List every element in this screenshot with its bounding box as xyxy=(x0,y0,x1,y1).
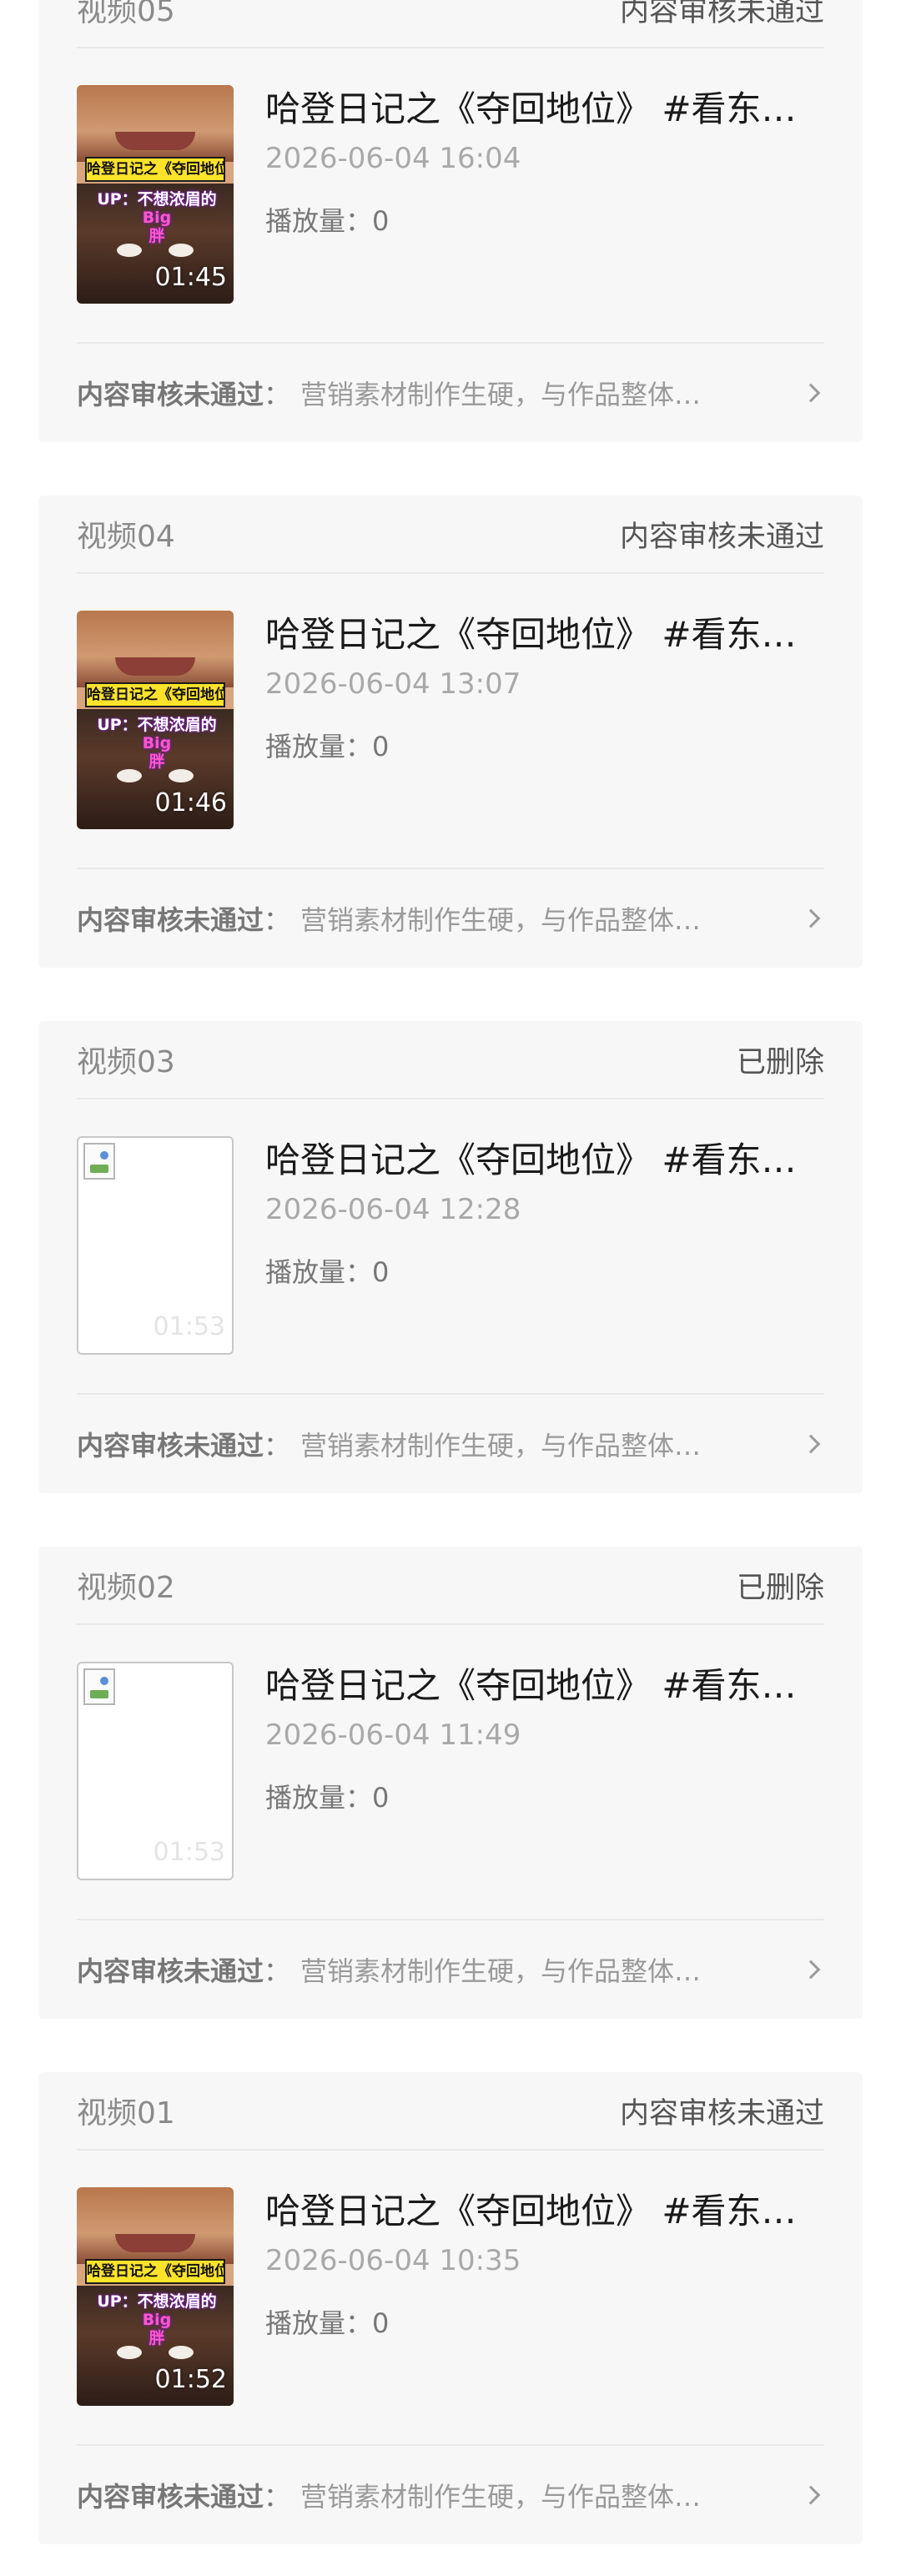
review-reason-label: 内容审核未通过 xyxy=(77,1430,264,1462)
review-reason-row[interactable]: 内容审核未通过 ： 营销素材制作生硬，与作品整体… xyxy=(77,342,824,442)
thumbnail-image xyxy=(77,85,234,162)
review-reason-row[interactable]: 内容审核未通过 ： 营销素材制作生硬，与作品整体… xyxy=(77,1393,824,1493)
chevron-right-icon[interactable] xyxy=(801,383,821,403)
card-header: 视频04 内容审核未通过 xyxy=(77,496,824,574)
review-reason-row[interactable]: 内容审核未通过 ： 营销素材制作生硬，与作品整体… xyxy=(77,2444,824,2544)
chevron-right-icon[interactable] xyxy=(801,1960,821,1980)
thumbnail-caption: UP：不想浓眉的Big 胖 xyxy=(97,716,217,771)
broken-image-icon xyxy=(83,1143,115,1180)
broken-image-icon xyxy=(83,1668,115,1705)
thumbnail-tag: 哈登日记之《夺回地位》 xyxy=(85,157,225,182)
status-label: 内容审核未通过 xyxy=(619,520,824,554)
play-count: 播放量：0 xyxy=(265,2307,390,2339)
status-label: 已删除 xyxy=(736,1045,824,1079)
video-duration: 01:53 xyxy=(153,1312,225,1341)
review-reason-separator: ： xyxy=(264,2481,291,2513)
video-info: 哈登日记之《夺回地位》 #看东… 2026-06-04 13:07 播放量：0 xyxy=(265,611,824,764)
video-info: 哈登日记之《夺回地位》 #看东… 2026-06-04 11:49 播放量：0 xyxy=(265,1662,824,1815)
status-label: 已删除 xyxy=(736,1571,824,1605)
play-count: 播放量：0 xyxy=(265,731,390,762)
video-card[interactable]: 视频03 已删除 01:53 哈登日记之《夺回地位》 #看东… 2026-06-… xyxy=(38,1021,863,1493)
publish-date: 2026-06-04 13:07 xyxy=(265,667,521,701)
review-reason-label: 内容审核未通过 xyxy=(77,2481,264,2513)
video-thumbnail[interactable]: 哈登日记之《夺回地位》 UP：不想浓眉的Big胖 01:46 xyxy=(77,611,234,829)
video-body[interactable]: 01:53 哈登日记之《夺回地位》 #看东… 2026-06-04 12:28 … xyxy=(77,1136,824,1355)
video-thumbnail[interactable]: 01:53 xyxy=(77,1136,234,1355)
play-count: 播放量：0 xyxy=(265,1256,390,1288)
video-name: 视频02 xyxy=(77,1571,175,1605)
video-title[interactable]: 哈登日记之《夺回地位》 #看东… xyxy=(265,612,824,657)
video-info: 哈登日记之《夺回地位》 #看东… 2026-06-04 16:04 播放量：0 xyxy=(265,85,824,239)
thumbnail-image xyxy=(77,611,234,687)
video-card[interactable]: 视频02 已删除 01:53 哈登日记之《夺回地位》 #看东… 2026-06-… xyxy=(38,1547,863,2019)
video-body[interactable]: 哈登日记之《夺回地位》 UP：不想浓眉的Big胖 01:45 哈登日记之《夺回地… xyxy=(77,85,824,304)
publish-date: 2026-06-04 10:35 xyxy=(265,2244,521,2277)
chevron-right-icon[interactable] xyxy=(801,908,821,928)
status-label: 内容审核未通过 xyxy=(619,2096,824,2131)
card-header: 视频03 已删除 xyxy=(77,1021,824,1099)
thumbnail-caption: UP：不想浓眉的Big 胖 xyxy=(97,190,217,245)
video-body[interactable]: 哈登日记之《夺回地位》 UP：不想浓眉的Big胖 01:46 哈登日记之《夺回地… xyxy=(77,611,824,829)
review-reason-separator: ： xyxy=(264,904,291,936)
review-reason-text: 营销素材制作生硬，与作品整体… xyxy=(300,1430,702,1462)
video-name: 视频05 xyxy=(77,0,175,28)
video-thumbnail[interactable]: 哈登日记之《夺回地位》 UP：不想浓眉的Big胖 01:52 xyxy=(77,2187,234,2406)
video-title[interactable]: 哈登日记之《夺回地位》 #看东… xyxy=(265,1663,824,1708)
card-header: 视频05 内容审核未通过 xyxy=(77,0,824,48)
review-reason-text: 营销素材制作生硬，与作品整体… xyxy=(300,904,702,936)
video-info: 哈登日记之《夺回地位》 #看东… 2026-06-04 10:35 播放量：0 xyxy=(265,2187,824,2341)
review-reason-text: 营销素材制作生硬，与作品整体… xyxy=(300,2481,702,2513)
video-name: 视频04 xyxy=(77,520,175,554)
thumbnail-caption: UP：不想浓眉的Big 胖 xyxy=(97,2292,217,2347)
publish-date: 2026-06-04 11:49 xyxy=(265,1718,521,1752)
review-reason-separator: ： xyxy=(264,1430,291,1462)
video-duration: 01:45 xyxy=(154,263,227,292)
video-title[interactable]: 哈登日记之《夺回地位》 #看东… xyxy=(265,1138,824,1183)
video-info: 哈登日记之《夺回地位》 #看东… 2026-06-04 12:28 播放量：0 xyxy=(265,1136,824,1290)
review-reason-label: 内容审核未通过 xyxy=(77,1955,264,1987)
card-header: 视频01 内容审核未通过 xyxy=(77,2072,824,2151)
publish-date: 2026-06-04 12:28 xyxy=(265,1193,521,1226)
review-reason-row[interactable]: 内容审核未通过 ： 营销素材制作生硬，与作品整体… xyxy=(77,868,824,968)
video-title[interactable]: 哈登日记之《夺回地位》 #看东… xyxy=(265,2189,824,2234)
video-duration: 01:53 xyxy=(153,1838,225,1867)
video-body[interactable]: 01:53 哈登日记之《夺回地位》 #看东… 2026-06-04 11:49 … xyxy=(77,1662,824,1880)
thumbnail-tag: 哈登日记之《夺回地位》 xyxy=(85,682,225,707)
video-card[interactable]: 视频04 内容审核未通过 哈登日记之《夺回地位》 UP：不想浓眉的Big胖 01… xyxy=(38,496,863,968)
chevron-right-icon[interactable] xyxy=(801,2485,821,2505)
chevron-right-icon[interactable] xyxy=(801,1434,821,1454)
video-name: 视频03 xyxy=(77,1045,175,1079)
video-body[interactable]: 哈登日记之《夺回地位》 UP：不想浓眉的Big胖 01:52 哈登日记之《夺回地… xyxy=(77,2187,824,2406)
play-count: 播放量：0 xyxy=(265,1782,390,1814)
thumbnail-tag: 哈登日记之《夺回地位》 xyxy=(85,2259,225,2284)
video-title[interactable]: 哈登日记之《夺回地位》 #看东… xyxy=(265,87,824,132)
video-card[interactable]: 视频05 内容审核未通过 哈登日记之《夺回地位》 UP：不想浓眉的Big胖 01… xyxy=(38,0,863,442)
review-reason-text: 营销素材制作生硬，与作品整体… xyxy=(300,379,702,410)
publish-date: 2026-06-04 16:04 xyxy=(265,142,521,175)
play-count: 播放量：0 xyxy=(265,205,390,237)
video-name: 视频01 xyxy=(77,2096,175,2131)
review-reason-label: 内容审核未通过 xyxy=(77,904,264,936)
review-reason-separator: ： xyxy=(264,379,291,410)
review-reason-separator: ： xyxy=(264,1955,291,1987)
review-reason-label: 内容审核未通过 xyxy=(77,379,264,410)
video-card[interactable]: 视频01 内容审核未通过 哈登日记之《夺回地位》 UP：不想浓眉的Big胖 01… xyxy=(38,2072,863,2544)
review-reason-row[interactable]: 内容审核未通过 ： 营销素材制作生硬，与作品整体… xyxy=(77,1919,824,2019)
thumbnail-image xyxy=(77,2187,234,2264)
status-label: 内容审核未通过 xyxy=(619,0,824,28)
review-reason-text: 营销素材制作生硬，与作品整体… xyxy=(300,1955,702,1987)
video-duration: 01:52 xyxy=(154,2365,227,2394)
card-header: 视频02 已删除 xyxy=(77,1547,824,1625)
video-duration: 01:46 xyxy=(154,788,227,818)
video-thumbnail[interactable]: 哈登日记之《夺回地位》 UP：不想浓眉的Big胖 01:45 xyxy=(77,85,234,304)
video-thumbnail[interactable]: 01:53 xyxy=(77,1662,234,1880)
